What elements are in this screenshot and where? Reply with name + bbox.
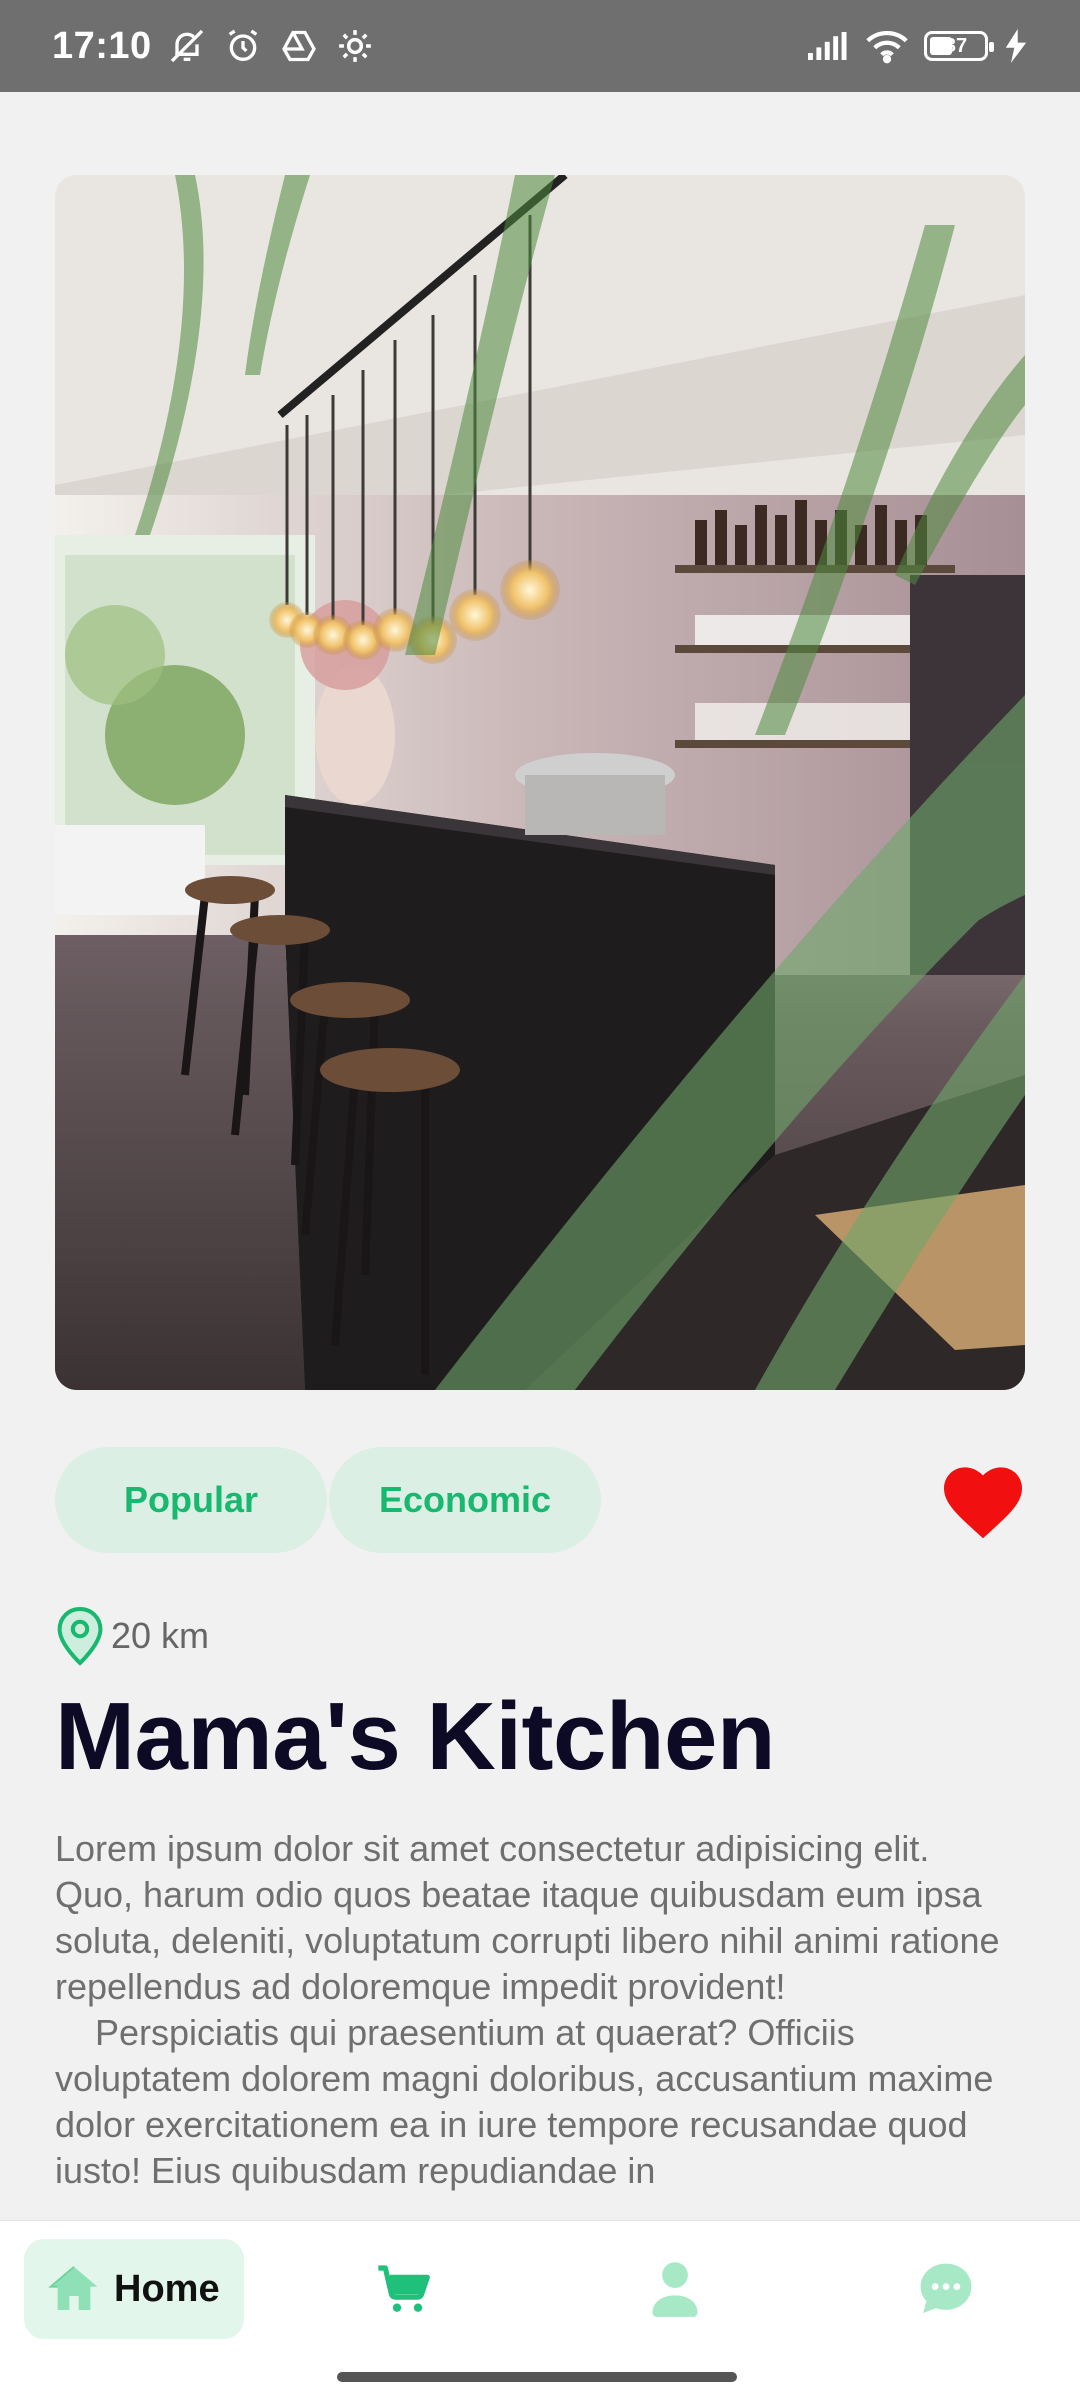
tag-list: Popular Economic: [55, 1447, 602, 1553]
tag-economic[interactable]: Economic: [329, 1447, 602, 1553]
battery-icon: 37: [924, 31, 994, 61]
signal-icon: [808, 25, 850, 67]
status-bar: 17:10 37: [0, 0, 1080, 92]
home-icon: [48, 2266, 98, 2310]
profile-icon: [652, 2262, 698, 2317]
charging-icon: [1004, 25, 1028, 67]
nav-home-label: Home: [114, 2267, 220, 2310]
battery-level: 37: [944, 34, 968, 57]
distance-text: 20 km: [111, 1615, 210, 1656]
nav-profile[interactable]: [645, 2259, 705, 2319]
status-right: 37: [808, 25, 1028, 67]
restaurant-name: Mama's Kitchen: [55, 1683, 776, 1790]
wifi-icon: [866, 25, 908, 67]
cart-icon: [378, 2265, 430, 2312]
heart-icon: [944, 1467, 1022, 1539]
nav-chat[interactable]: [916, 2259, 976, 2319]
restaurant-photo: [55, 175, 1025, 1390]
description-paragraph: Lorem ipsum dolor sit amet consectetur a…: [55, 1828, 1000, 2007]
description-paragraph: Perspiciatis qui praesentium at quaerat?…: [55, 2012, 994, 2191]
location-pin-icon: [57, 1606, 103, 1666]
distance-info: 20 km: [55, 1606, 209, 1666]
home-indicator[interactable]: [337, 2372, 737, 2382]
tag-popular[interactable]: Popular: [55, 1447, 327, 1553]
drive-icon: [278, 25, 320, 67]
settings-icon: [334, 25, 376, 67]
nav-home[interactable]: Home: [24, 2239, 244, 2339]
alarm-icon: [222, 25, 264, 67]
favorite-button[interactable]: [940, 1462, 1026, 1540]
nav-cart[interactable]: [374, 2259, 434, 2319]
status-time: 17:10: [52, 24, 152, 67]
restaurant-description: Lorem ipsum dolor sit amet consectetur a…: [55, 1826, 1015, 2221]
status-left: 17:10: [52, 25, 376, 68]
mute-icon: [166, 25, 208, 67]
chat-icon: [920, 2263, 972, 2314]
